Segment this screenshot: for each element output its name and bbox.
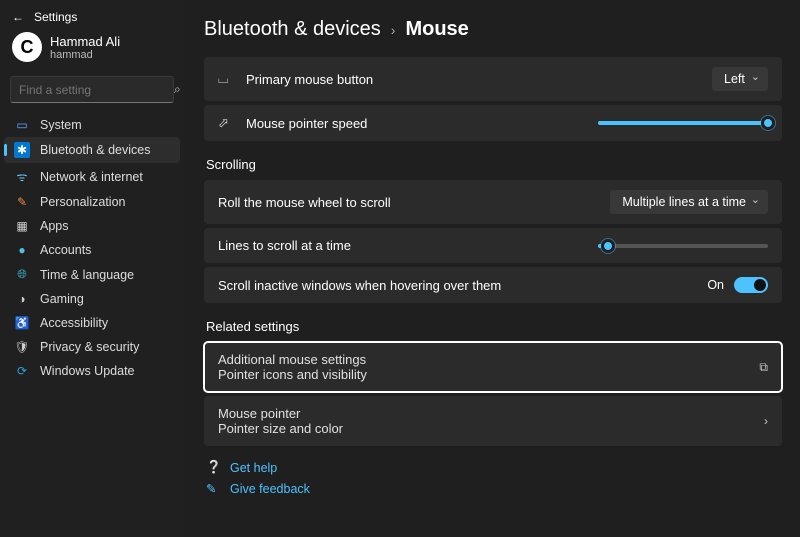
link-subtitle: Pointer icons and visibility bbox=[218, 367, 367, 382]
breadcrumb-current: Mouse bbox=[405, 18, 468, 41]
open-external-icon: ⧉ bbox=[759, 360, 768, 375]
chevron-right-icon: › bbox=[391, 22, 396, 38]
wifi-icon: ᯤ bbox=[14, 168, 30, 185]
sidebar-item-network[interactable]: ᯤ Network & internet bbox=[4, 163, 180, 190]
nav-label: System bbox=[40, 118, 82, 132]
roll-wheel-select[interactable]: Multiple lines at a time bbox=[610, 190, 768, 214]
nav-label: Bluetooth & devices bbox=[40, 143, 151, 157]
search-icon: ⌕ bbox=[174, 82, 181, 97]
link-title: Mouse pointer bbox=[218, 406, 343, 421]
globe-icon: 🌐︎ bbox=[14, 267, 30, 282]
cursor-icon: ⬀ bbox=[218, 115, 232, 131]
footer-links: ❔ Get help ✎ Give feedback bbox=[206, 460, 782, 496]
nav-label: Privacy & security bbox=[40, 340, 139, 354]
sidebar-item-accessibility[interactable]: ♿ Accessibility bbox=[4, 311, 180, 335]
sidebar-item-accounts[interactable]: ● Accounts bbox=[4, 238, 180, 262]
toggle-state-label: On bbox=[707, 278, 724, 292]
get-help-link[interactable]: ❔ Get help bbox=[206, 460, 782, 475]
setting-label: Mouse pointer speed bbox=[246, 116, 367, 131]
scroll-inactive-toggle[interactable] bbox=[734, 277, 768, 293]
link-label: Give feedback bbox=[230, 482, 310, 496]
sidebar-item-privacy-security[interactable]: 🛡 Privacy & security bbox=[4, 335, 180, 359]
section-heading-related: Related settings bbox=[206, 319, 782, 334]
sidebar-item-time-language[interactable]: 🌐︎ Time & language bbox=[4, 262, 180, 287]
help-icon: ❔ bbox=[206, 460, 220, 475]
apps-icon: ▦ bbox=[14, 219, 30, 233]
profile-block[interactable]: C Hammad Ali hammad bbox=[0, 26, 184, 72]
breadcrumb-parent[interactable]: Bluetooth & devices bbox=[204, 18, 381, 41]
profile-email: hammad bbox=[50, 49, 120, 61]
main-content: Bluetooth & devices › Mouse ⌴ Primary mo… bbox=[184, 0, 800, 537]
setting-label: Primary mouse button bbox=[246, 72, 373, 87]
link-label: Get help bbox=[230, 461, 277, 475]
nav-list: ▭ System ✱ Bluetooth & devices ᯤ Network & … bbox=[0, 113, 184, 383]
gaming-icon: ◑ bbox=[14, 292, 30, 306]
link-additional-mouse-settings[interactable]: Additional mouse settings Pointer icons … bbox=[204, 342, 782, 392]
update-icon: ⟳ bbox=[14, 364, 30, 378]
lines-scroll-slider[interactable] bbox=[598, 244, 768, 248]
setting-label: Lines to scroll at a time bbox=[218, 238, 351, 253]
bluetooth-icon: ✱ bbox=[14, 142, 30, 158]
search-input[interactable] bbox=[19, 83, 174, 97]
sidebar: ← Settings C Hammad Ali hammad ⌕ ▭ System… bbox=[0, 0, 184, 537]
nav-label: Personalization bbox=[40, 195, 125, 209]
sidebar-item-system[interactable]: ▭ System bbox=[4, 113, 180, 137]
sidebar-item-personalization[interactable]: ✎ Personalization bbox=[4, 190, 180, 214]
link-subtitle: Pointer size and color bbox=[218, 421, 343, 436]
shield-icon: 🛡 bbox=[14, 340, 30, 354]
avatar: C bbox=[12, 32, 42, 62]
search-box[interactable]: ⌕ bbox=[10, 76, 174, 103]
nav-label: Apps bbox=[40, 219, 69, 233]
setting-primary-mouse-button: ⌴ Primary mouse button Left bbox=[204, 57, 782, 101]
feedback-icon: ✎ bbox=[206, 481, 220, 496]
link-title: Additional mouse settings bbox=[218, 352, 367, 367]
give-feedback-link[interactable]: ✎ Give feedback bbox=[206, 481, 782, 496]
nav-label: Gaming bbox=[40, 292, 84, 306]
setting-lines-to-scroll: Lines to scroll at a time bbox=[204, 228, 782, 263]
sidebar-item-gaming[interactable]: ◑ Gaming bbox=[4, 287, 180, 311]
setting-scroll-inactive: Scroll inactive windows when hovering ov… bbox=[204, 267, 782, 303]
setting-label: Roll the mouse wheel to scroll bbox=[218, 195, 391, 210]
sidebar-item-apps[interactable]: ▦ Apps bbox=[4, 214, 180, 238]
setting-label: Scroll inactive windows when hovering ov… bbox=[218, 278, 501, 293]
sidebar-item-bluetooth-devices[interactable]: ✱ Bluetooth & devices bbox=[4, 137, 180, 163]
nav-label: Windows Update bbox=[40, 364, 135, 378]
link-mouse-pointer[interactable]: Mouse pointer Pointer size and color › bbox=[204, 396, 782, 446]
section-heading-scrolling: Scrolling bbox=[206, 157, 782, 172]
pointer-speed-slider[interactable] bbox=[598, 121, 768, 125]
app-title: Settings bbox=[34, 10, 77, 24]
brush-icon: ✎ bbox=[14, 195, 30, 209]
nav-label: Network & internet bbox=[40, 170, 143, 184]
nav-label: Time & language bbox=[40, 268, 134, 282]
setting-pointer-speed: ⬀ Mouse pointer speed bbox=[204, 105, 782, 141]
nav-label: Accessibility bbox=[40, 316, 108, 330]
primary-button-select[interactable]: Left bbox=[712, 67, 768, 91]
nav-label: Accounts bbox=[40, 243, 91, 257]
profile-name: Hammad Ali bbox=[50, 34, 120, 49]
accessibility-icon: ♿ bbox=[14, 316, 30, 330]
accounts-icon: ● bbox=[14, 243, 30, 257]
breadcrumb: Bluetooth & devices › Mouse bbox=[204, 18, 782, 41]
mouse-icon: ⌴ bbox=[218, 71, 232, 87]
setting-roll-wheel: Roll the mouse wheel to scroll Multiple … bbox=[204, 180, 782, 224]
chevron-right-icon: › bbox=[764, 414, 768, 428]
back-button[interactable]: ← bbox=[12, 10, 24, 24]
sidebar-item-windows-update[interactable]: ⟳ Windows Update bbox=[4, 359, 180, 383]
monitor-icon: ▭ bbox=[14, 118, 30, 132]
